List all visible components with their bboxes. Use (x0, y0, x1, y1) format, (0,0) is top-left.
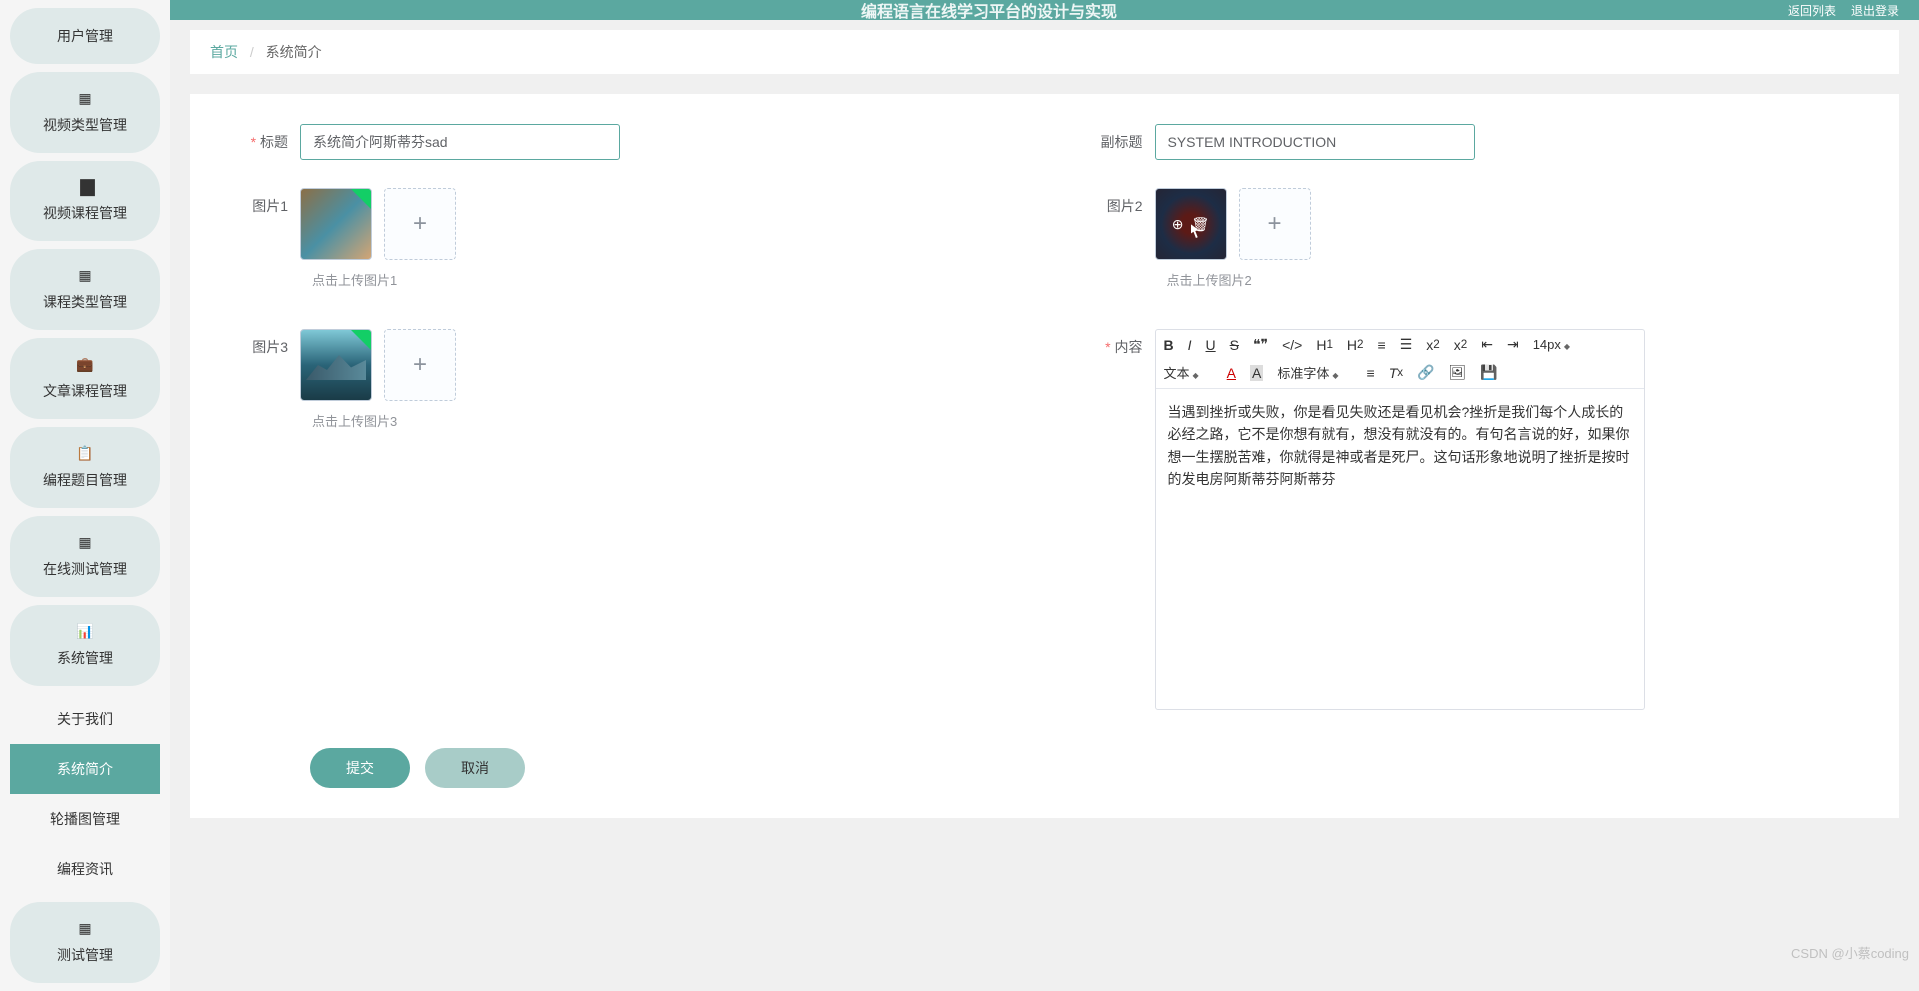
sidebar-sub-about[interactable]: 关于我们 (10, 694, 160, 744)
sidebar-item-label: 视频课程管理 (43, 205, 127, 221)
font-size-select[interactable]: 14px (1533, 337, 1584, 352)
sidebar-item-online-test[interactable]: ▦ 在线测试管理 (10, 516, 160, 597)
form-panel: 标题 副标题 (190, 94, 1899, 818)
plus-icon: + (1267, 210, 1281, 238)
label-content: 内容 (1065, 329, 1155, 357)
sidebar-item-label: 系统管理 (57, 650, 113, 666)
sidebar-item-label: 视频类型管理 (43, 117, 127, 133)
main: 编程语言在线学习平台的设计与实现 返回列表 退出登录 首页 / 系统简介 标题 (170, 0, 1919, 991)
sidebar-sub-label: 编程资讯 (57, 861, 113, 877)
upload-pic2-button[interactable]: + (1239, 188, 1311, 260)
sidebar-item-question-mgmt[interactable]: 📋 编程题目管理 (10, 427, 160, 508)
input-title[interactable] (300, 124, 620, 160)
text-style-select[interactable]: 文本 (1164, 363, 1213, 382)
breadcrumb-sep: / (250, 44, 254, 60)
sidebar-sub-label: 关于我们 (57, 711, 113, 727)
sidebar-item-label: 在线测试管理 (43, 561, 127, 577)
sidebar-sub-system-intro[interactable]: 系统简介 (10, 744, 160, 794)
upload-pic1-button[interactable]: + (384, 188, 456, 260)
grid-icon: ▦ (15, 267, 155, 284)
topbar: 编程语言在线学习平台的设计与实现 返回列表 退出登录 (170, 0, 1919, 20)
cancel-button[interactable]: 取消 (425, 748, 525, 788)
sidebar-item-video-course[interactable]: ▐█ 视频课程管理 (10, 161, 160, 241)
link-icon[interactable]: 🔗 (1417, 364, 1434, 381)
label-pic2: 图片2 (1065, 188, 1155, 216)
sidebar-item-label: 文章课程管理 (43, 383, 127, 399)
quote-icon[interactable]: ❝❞ (1253, 336, 1268, 353)
label-pic3: 图片3 (210, 329, 300, 357)
breadcrumb-home[interactable]: 首页 (210, 44, 238, 60)
grid-icon: ▦ (15, 920, 155, 937)
sidebar-item-video-type[interactable]: ▦ 视频类型管理 (10, 72, 160, 153)
sidebar-item-article-course[interactable]: 💼 文章课程管理 (10, 338, 160, 419)
ol-icon[interactable]: ≡ (1378, 337, 1386, 353)
strike-icon[interactable]: S (1230, 337, 1239, 353)
bars-icon: 📊 (15, 623, 155, 640)
sidebar-item-label: 编程题目管理 (43, 472, 127, 488)
watermark: CSDN @小蔡coding (1791, 943, 1909, 962)
sidebar-item-label: 课程类型管理 (43, 294, 127, 310)
sidebar-item-test-mgmt[interactable]: ▦ 测试管理 (10, 902, 160, 983)
font-color-icon[interactable]: A (1227, 365, 1236, 381)
indent-left-icon[interactable]: ⇤ (1481, 336, 1493, 353)
h2-icon[interactable]: H2 (1347, 337, 1364, 353)
grid-icon: ▦ (15, 534, 155, 551)
hint-pic2: 点击上传图片2 (1167, 270, 1880, 289)
zoom-icon[interactable]: ⊕ (1172, 216, 1184, 233)
editor-textarea[interactable]: 当遇到挫折或失败，你是看见失败还是看见机会?挫折是我们每个人成长的必经之路，它不… (1156, 389, 1644, 709)
upload-pic3-button[interactable]: + (384, 329, 456, 401)
sidebar-item-course-type[interactable]: ▦ 课程类型管理 (10, 249, 160, 330)
code-icon[interactable]: </> (1282, 337, 1302, 353)
chart-icon: ▐█ (15, 179, 155, 195)
ul-icon[interactable]: ☰ (1400, 336, 1413, 353)
thumb-pic3[interactable] (300, 329, 372, 401)
topbar-link-logout[interactable]: 退出登录 (1851, 2, 1899, 19)
sidebar-item-label: 测试管理 (57, 947, 113, 963)
sidebar-item-user-mgmt[interactable]: 用户管理 (10, 8, 160, 64)
align-icon[interactable]: ≡ (1367, 365, 1375, 381)
h1-icon[interactable]: H1 (1316, 337, 1333, 353)
thumb-pic1[interactable] (300, 188, 372, 260)
label-pic1: 图片1 (210, 188, 300, 216)
rich-editor: B I U S ❝❞ </> H1 H2 ≡ ☰ (1155, 329, 1645, 710)
sidebar-sub-label: 系统简介 (57, 761, 113, 777)
editor-toolbar: B I U S ❝❞ </> H1 H2 ≡ ☰ (1156, 330, 1644, 389)
sidebar-item-label: 用户管理 (57, 28, 113, 44)
submit-button[interactable]: 提交 (310, 748, 410, 788)
bg-color-icon[interactable]: A (1250, 365, 1263, 381)
sidebar: 用户管理 ▦ 视频类型管理 ▐█ 视频课程管理 ▦ 课程类型管理 💼 文章课程管… (0, 0, 170, 991)
thumb-pic2[interactable]: ⊕ 🗑 (1155, 188, 1227, 260)
sidebar-sub-carousel[interactable]: 轮播图管理 (10, 794, 160, 844)
check-corner-icon (351, 330, 371, 350)
plus-icon: + (413, 210, 427, 238)
sidebar-sub-news[interactable]: 编程资讯 (10, 844, 160, 894)
sup-icon[interactable]: x2 (1454, 337, 1467, 353)
clear-format-icon[interactable]: Tx (1389, 365, 1403, 381)
hint-pic3: 点击上传图片3 (312, 411, 1025, 430)
sidebar-item-system-mgmt[interactable]: 📊 系统管理 (10, 605, 160, 686)
briefcase-icon: 💼 (15, 356, 155, 373)
hint-pic1: 点击上传图片1 (312, 270, 1025, 289)
breadcrumb-current: 系统简介 (266, 44, 322, 60)
save-icon[interactable]: 💾 (1480, 364, 1497, 381)
clipboard-icon: 📋 (15, 445, 155, 462)
app-title: 编程语言在线学习平台的设计与实现 (861, 0, 1117, 22)
bold-icon[interactable]: B (1164, 337, 1174, 353)
sidebar-sub-label: 轮播图管理 (50, 811, 120, 827)
topbar-link-back[interactable]: 返回列表 (1788, 2, 1836, 19)
label-title: 标题 (210, 124, 300, 152)
breadcrumb: 首页 / 系统简介 (190, 30, 1899, 74)
indent-right-icon[interactable]: ⇥ (1507, 336, 1519, 353)
sub-icon[interactable]: x2 (1426, 337, 1439, 353)
label-subtitle: 副标题 (1065, 124, 1155, 152)
plus-icon: + (413, 351, 427, 379)
check-corner-icon (351, 189, 371, 209)
font-family-select[interactable]: 标准字体 (1277, 363, 1352, 382)
underline-icon[interactable]: U (1206, 337, 1216, 353)
input-subtitle[interactable] (1155, 124, 1475, 160)
image-icon[interactable]: 🖼 (1449, 364, 1467, 381)
italic-icon[interactable]: I (1188, 337, 1192, 353)
grid-icon: ▦ (15, 90, 155, 107)
